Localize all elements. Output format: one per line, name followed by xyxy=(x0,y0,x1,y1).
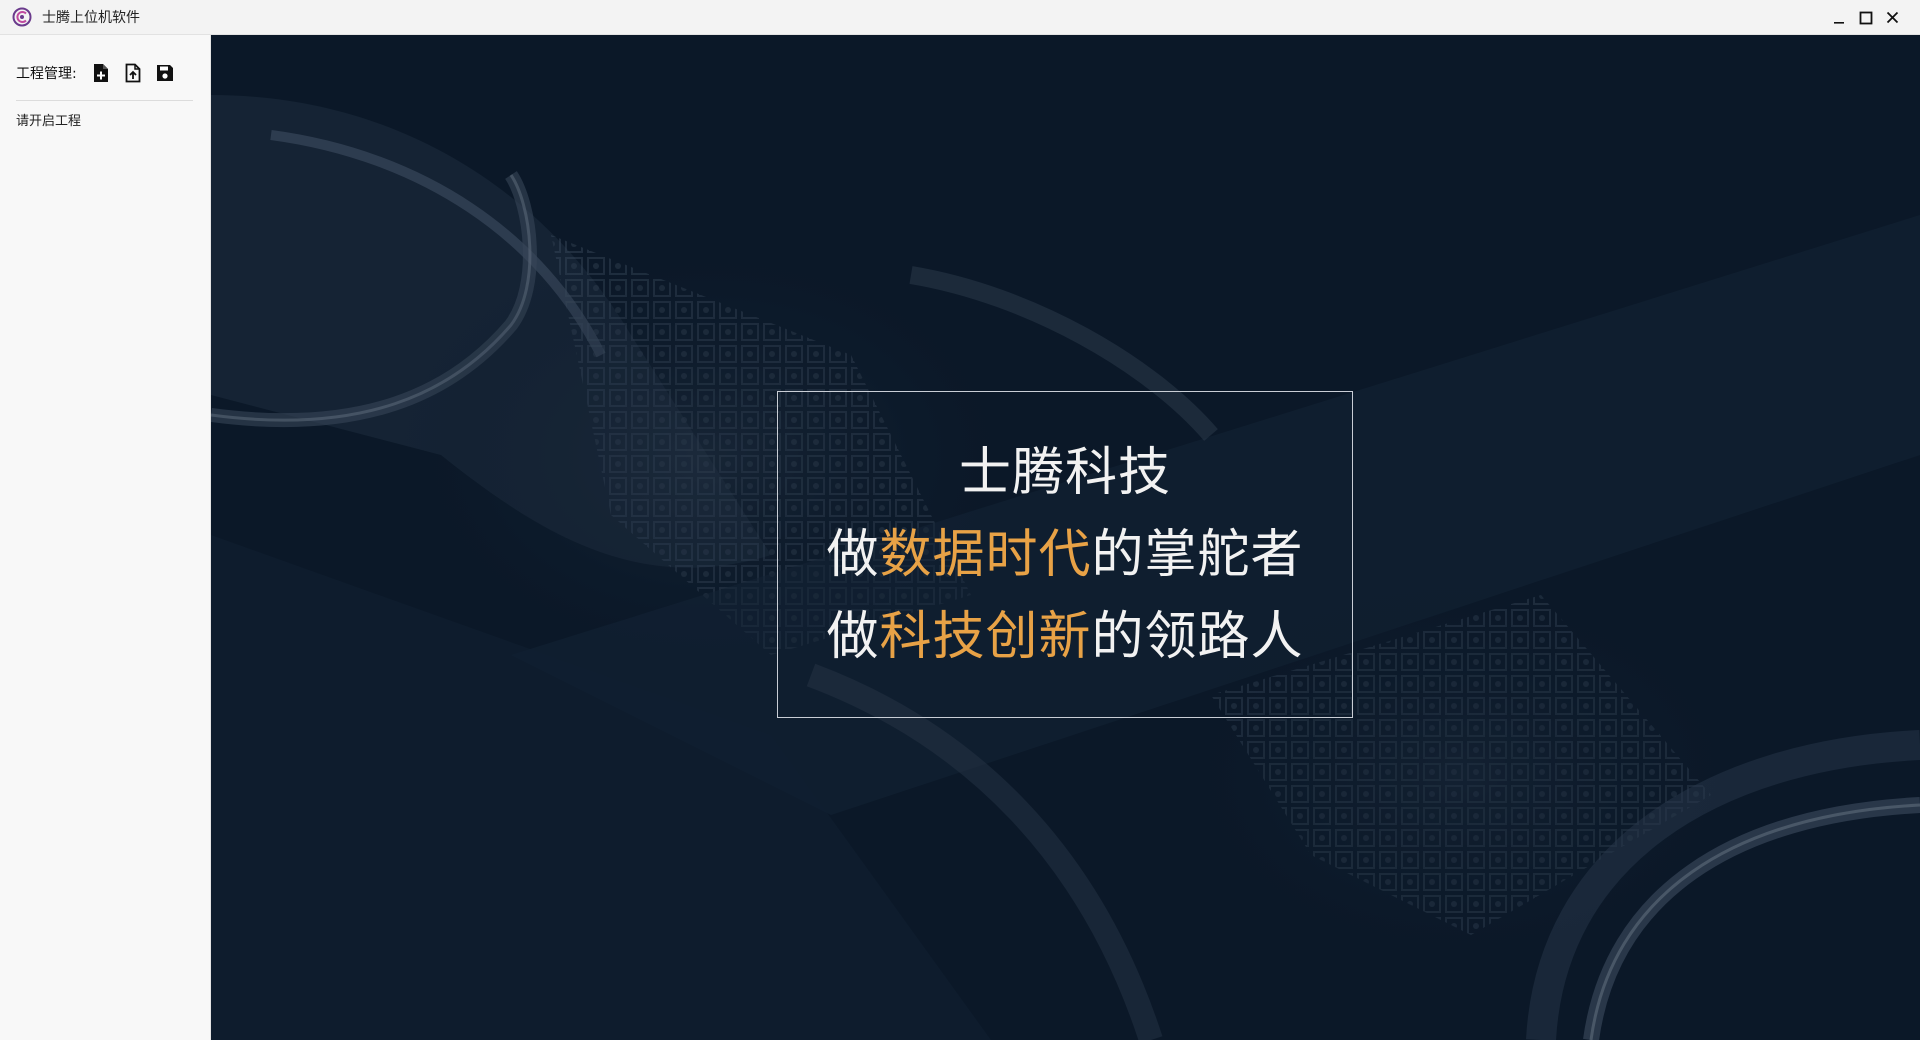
window-controls xyxy=(1825,0,1920,35)
maximize-icon[interactable] xyxy=(1852,0,1879,35)
app-logo-icon xyxy=(11,6,33,28)
sidebar-divider xyxy=(16,100,193,101)
save-project-button[interactable] xyxy=(155,62,175,84)
slogan-2-suffix: 的领路人 xyxy=(1091,606,1304,667)
title-bar: 士腾上位机软件 xyxy=(0,0,1920,35)
slogan-1-highlight: 数据时代 xyxy=(879,524,1092,585)
company-name: 士腾科技 xyxy=(959,432,1171,514)
slogan-1-suffix: 的掌舵者 xyxy=(1091,524,1304,585)
slogan-2-prefix: 做 xyxy=(826,606,880,667)
open-project-button[interactable] xyxy=(123,62,143,84)
minimize-icon[interactable] xyxy=(1825,0,1852,35)
window-title: 士腾上位机软件 xyxy=(42,10,140,26)
company-name-text: 士腾科技 xyxy=(958,442,1171,503)
new-project-button[interactable] xyxy=(91,62,111,84)
save-icon xyxy=(156,65,173,81)
slogan-line-2: 做科技创新的领路人 xyxy=(826,596,1303,678)
project-toolbar: 工程管理: xyxy=(16,59,193,87)
hero-panel: 士腾科技 做数据时代的掌舵者 做科技创新的领路人 xyxy=(211,35,1920,1040)
file-upload-icon xyxy=(125,63,141,83)
file-plus-icon xyxy=(93,64,108,82)
sidebar: 工程管理: 请开启工程 xyxy=(0,35,211,1040)
slogan-frame: 士腾科技 做数据时代的掌舵者 做科技创新的领路人 xyxy=(777,391,1353,718)
open-project-hint: 请开启工程 xyxy=(16,114,82,129)
slogan-line-1: 做数据时代的掌舵者 xyxy=(826,514,1303,596)
close-icon[interactable] xyxy=(1879,0,1906,35)
project-management-label: 工程管理: xyxy=(16,66,77,82)
slogan-2-highlight: 科技创新 xyxy=(879,606,1092,667)
slogan-1-prefix: 做 xyxy=(826,524,880,585)
